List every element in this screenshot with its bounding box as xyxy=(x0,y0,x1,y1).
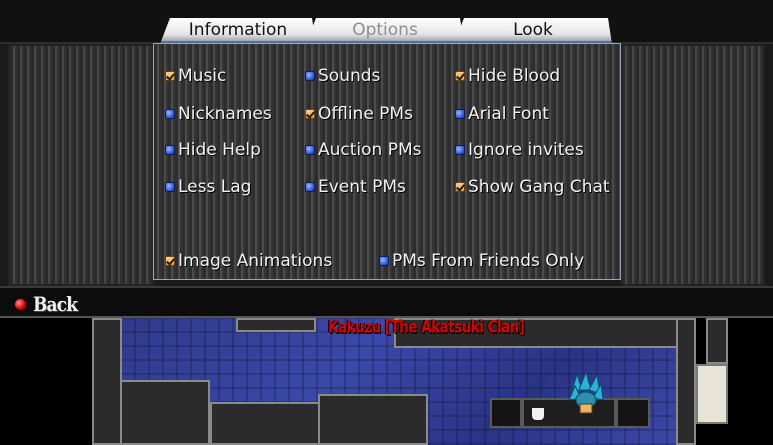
back-label: Back xyxy=(33,292,78,316)
option-nicknames[interactable]: Nicknames xyxy=(165,104,272,124)
character-name-label: Kakuzu [The Akatsuki Clan] xyxy=(328,316,525,338)
checkbox[interactable] xyxy=(165,256,175,266)
option-arial-font[interactable]: Arial Font xyxy=(455,104,549,124)
checkbox[interactable] xyxy=(165,145,175,155)
option-label: PMs From Friends Only xyxy=(392,251,585,271)
checkbox[interactable] xyxy=(455,145,465,155)
option-hide-help[interactable]: Hide Help xyxy=(165,140,261,160)
checkbox[interactable] xyxy=(165,109,175,119)
option-label: Image Animations xyxy=(178,251,333,271)
map-wall xyxy=(120,380,210,445)
tab-information[interactable]: Information xyxy=(160,18,316,44)
option-label: Nicknames xyxy=(178,104,272,124)
option-label: Ignore invites xyxy=(468,140,584,160)
option-event-pms[interactable]: Event PMs xyxy=(305,177,406,197)
tab-label: Look xyxy=(513,19,553,40)
checkbox[interactable] xyxy=(305,71,315,81)
tab-look[interactable]: Look xyxy=(454,18,612,44)
option-label: Event PMs xyxy=(318,177,406,197)
checkbox[interactable] xyxy=(165,182,175,192)
tab-label: Information xyxy=(188,19,288,40)
checkbox[interactable] xyxy=(379,256,389,266)
furniture-crate xyxy=(490,398,522,428)
tab-label: Options xyxy=(352,19,418,40)
option-label: Offline PMs xyxy=(318,104,413,124)
door[interactable] xyxy=(696,364,728,424)
checkbox[interactable] xyxy=(455,71,465,81)
red-dot-icon xyxy=(14,297,27,311)
cup-item xyxy=(532,408,544,420)
checkbox[interactable] xyxy=(455,182,465,192)
option-pms-from-friends-only[interactable]: PMs From Friends Only xyxy=(379,251,584,271)
left-grille xyxy=(8,44,155,286)
option-label: Music xyxy=(178,66,227,86)
option-ignore-invites[interactable]: Ignore invites xyxy=(455,140,584,160)
option-label: Less Lag xyxy=(178,177,252,197)
checkbox[interactable] xyxy=(305,145,315,155)
option-label: Auction PMs xyxy=(318,140,422,160)
option-image-animations[interactable]: Image Animations xyxy=(165,251,332,271)
option-hide-blood[interactable]: Hide Blood xyxy=(455,66,560,86)
option-offline-pms[interactable]: Offline PMs xyxy=(305,104,413,124)
option-label: Hide Blood xyxy=(468,66,561,86)
bottom-bar xyxy=(0,286,773,318)
option-label: Show Gang Chat xyxy=(468,177,610,197)
option-music[interactable]: Music xyxy=(165,66,226,86)
player-character-sprite[interactable] xyxy=(567,372,605,414)
option-label: Hide Help xyxy=(178,140,261,160)
right-grille xyxy=(620,44,765,286)
furniture-crate xyxy=(616,398,650,428)
option-sounds[interactable]: Sounds xyxy=(305,66,380,86)
option-show-gang-chat[interactable]: Show Gang Chat xyxy=(455,177,610,197)
option-less-lag[interactable]: Less Lag xyxy=(165,177,251,197)
option-label: Arial Font xyxy=(468,104,549,124)
checkbox[interactable] xyxy=(455,109,465,119)
map-wall xyxy=(210,402,320,445)
option-label: Sounds xyxy=(318,66,381,86)
map-wall xyxy=(236,318,316,332)
map-wall xyxy=(706,318,728,364)
checkbox[interactable] xyxy=(165,71,175,81)
back-button[interactable]: Back xyxy=(14,292,85,316)
tab-options[interactable]: Options xyxy=(306,18,464,44)
option-auction-pms[interactable]: Auction PMs xyxy=(305,140,422,160)
map-wall xyxy=(676,318,696,445)
map-wall xyxy=(92,318,122,445)
checkbox[interactable] xyxy=(305,182,315,192)
map-wall xyxy=(318,394,428,445)
options-content: Music Nicknames Hide Help Less Lag Sound… xyxy=(153,43,621,280)
checkbox[interactable] xyxy=(305,109,315,119)
